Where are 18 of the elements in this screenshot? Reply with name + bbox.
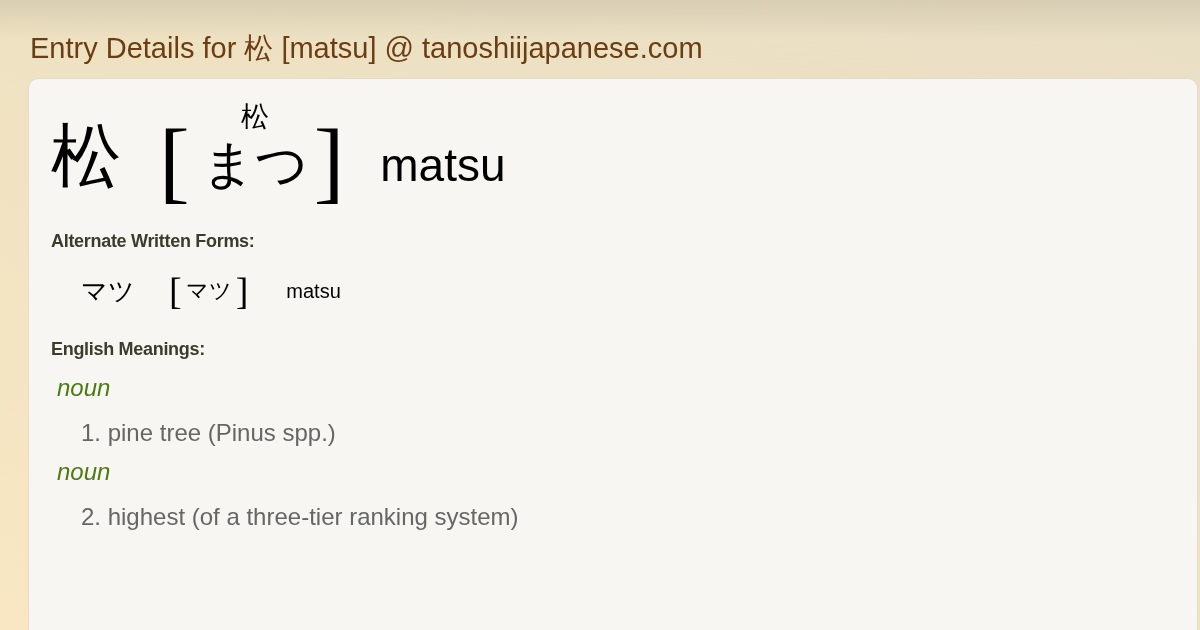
romaji-text: matsu xyxy=(380,138,506,193)
definition-text: 1. pine tree (Pinus spp.) xyxy=(81,419,337,447)
romaji-text: matsu xyxy=(286,279,341,303)
open-bracket: [ xyxy=(159,111,190,211)
definition-text: 2. highest (of a three-tier ranking system) xyxy=(81,503,520,531)
part-of-speech-label: noun xyxy=(57,458,112,486)
part-of-speech-label: noun xyxy=(57,374,112,402)
section-heading: Alternate Written Forms: xyxy=(51,230,256,252)
kanji-text: 松 xyxy=(51,117,121,197)
reading-text: まつ xyxy=(201,135,308,195)
ruby-text: 松 xyxy=(240,101,269,133)
open-bracket: [ xyxy=(169,270,182,312)
reading-text: マツ xyxy=(185,277,232,305)
close-bracket: ] xyxy=(313,111,345,211)
alternate-form-text: マツ xyxy=(81,275,135,308)
close-bracket: ] xyxy=(235,270,249,312)
page-title: Entry Details for 松 [matsu] @ tanoshiijapanese.com xyxy=(30,31,704,66)
section-heading: English Meanings: xyxy=(51,338,206,360)
